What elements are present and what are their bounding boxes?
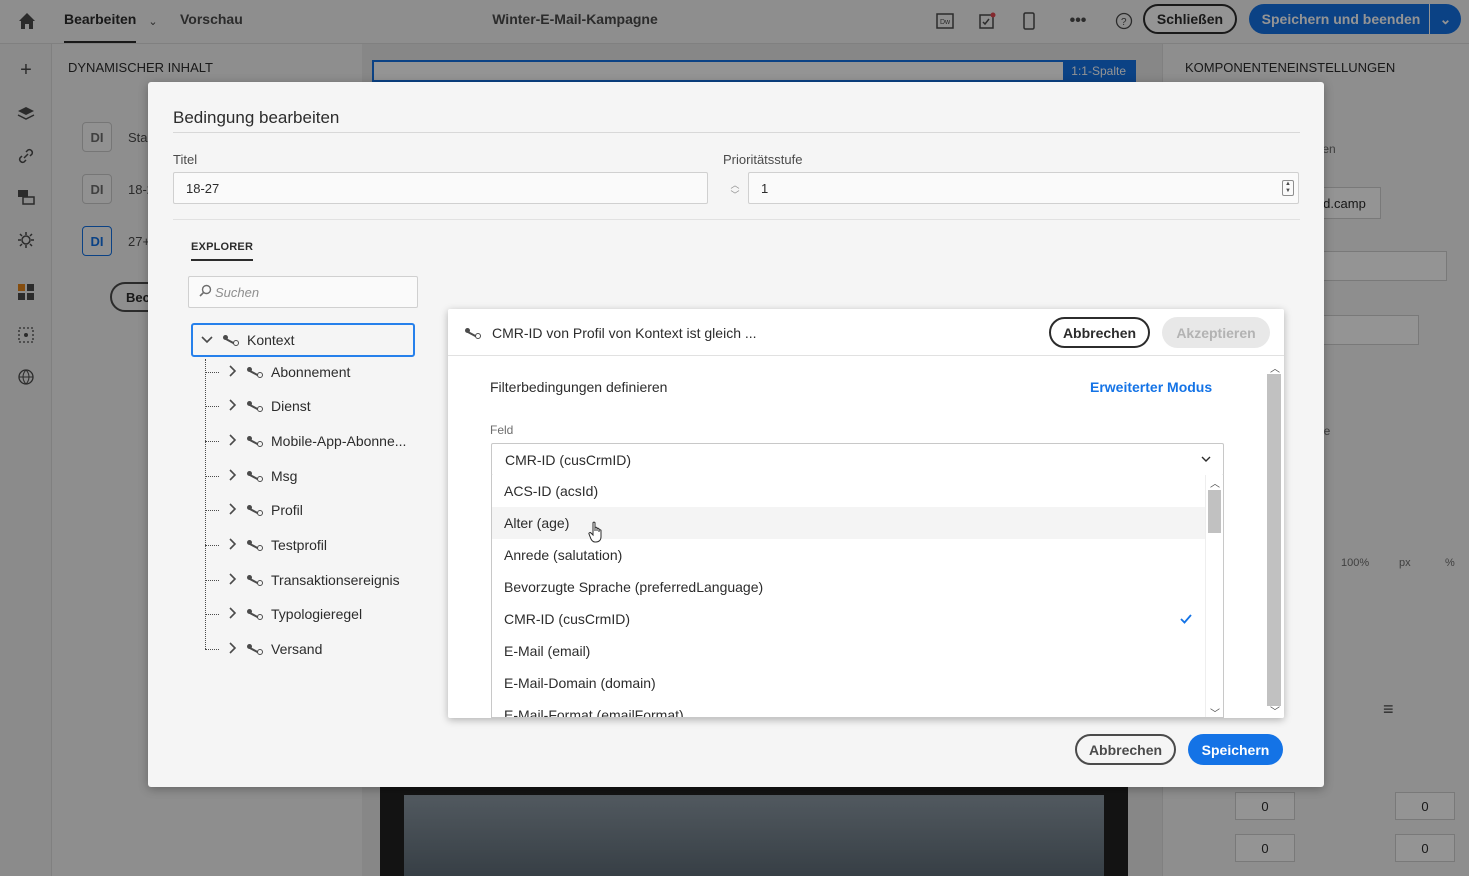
- selected-value: CMR-ID (cusCrmID): [505, 451, 631, 468]
- scroll-down-icon[interactable]: ﹀: [1270, 703, 1280, 718]
- chevron-down-icon[interactable]: [1201, 453, 1211, 465]
- stepper-down-icon[interactable]: ﹀: [730, 190, 739, 200]
- tree-item-transaktionsereignis[interactable]: Transaktionsereignis: [205, 570, 400, 590]
- dropdown-option[interactable]: Bevorzugte Sprache (preferredLanguage): [492, 571, 1206, 603]
- stepper-up-icon[interactable]: ︿: [730, 180, 739, 190]
- tree-item-testprofil[interactable]: Testprofil: [205, 535, 327, 555]
- sub-dialog-title: CMR-ID von Profil von Kontext ist gleich…: [492, 325, 757, 341]
- tree-item-label: Abonnement: [271, 364, 351, 380]
- tree-item-label: Versand: [271, 641, 323, 657]
- field-select[interactable]: CMR-ID (cusCrmID): [491, 443, 1224, 476]
- dropdown-option-selected[interactable]: CMR-ID (cusCrmID): [492, 603, 1206, 635]
- priority-label: Prioritätsstufe: [723, 152, 803, 167]
- option-label: CMR-ID (cusCrmID): [504, 611, 630, 627]
- dropdown-scrollbar[interactable]: ︿ ﹀: [1205, 475, 1223, 717]
- priority-value: 1: [761, 180, 769, 196]
- scroll-down-icon[interactable]: ﹀: [1210, 705, 1220, 717]
- chevron-right-icon[interactable]: [229, 433, 237, 449]
- scrollbar-thumb[interactable]: [1267, 374, 1281, 706]
- priority-spinner[interactable]: ▲ ▼: [1282, 180, 1294, 196]
- search-icon: [199, 284, 212, 300]
- link-node-icon: [247, 504, 263, 516]
- priority-input[interactable]: 1 ▲ ▼: [748, 172, 1299, 204]
- tree-item-versand[interactable]: Versand: [205, 639, 322, 659]
- sub-dialog-header: CMR-ID von Profil von Kontext ist gleich…: [448, 309, 1284, 356]
- search-placeholder: Suchen: [215, 284, 260, 300]
- filter-heading: Filterbedingungen definieren: [490, 379, 668, 395]
- search-input[interactable]: Suchen: [188, 276, 418, 308]
- advanced-mode-link[interactable]: Erweiterter Modus: [1090, 379, 1212, 395]
- sub-dialog-scrollbar[interactable]: ︿ ﹀: [1266, 356, 1284, 718]
- link-node-icon: [247, 643, 263, 655]
- link-node-icon: [465, 327, 481, 339]
- tree-item-label: Mobile-App-Abonne...: [271, 433, 407, 449]
- chevron-right-icon[interactable]: [229, 572, 237, 588]
- hand-cursor-icon: [588, 521, 604, 543]
- cancel-button[interactable]: Abbrechen: [1049, 317, 1150, 348]
- dropdown-option[interactable]: ACS-ID (acsId): [492, 475, 1206, 507]
- tree-item-label: Transaktionsereignis: [271, 572, 400, 588]
- divider: [173, 219, 1300, 220]
- tree-item-label: Msg: [271, 468, 298, 484]
- checkmark-icon: [1180, 612, 1192, 627]
- link-node-icon: [247, 539, 263, 551]
- chevron-right-icon[interactable]: [229, 364, 237, 380]
- dialog-title: Bedingung bearbeiten: [173, 108, 340, 127]
- tree-item-dienst[interactable]: Dienst: [205, 396, 311, 416]
- tree-item-label: Testprofil: [271, 537, 328, 553]
- tree-item-abonnement[interactable]: Abonnement: [205, 362, 350, 382]
- tree-item-profil[interactable]: Profil: [205, 500, 303, 520]
- chevron-right-icon[interactable]: [229, 398, 237, 414]
- link-node-icon: [247, 435, 263, 447]
- tree-item-kontext[interactable]: Kontext: [191, 323, 415, 357]
- priority-stepper[interactable]: ︿ ﹀: [723, 174, 747, 206]
- link-node-icon: [247, 400, 263, 412]
- scrollbar-thumb[interactable]: [1208, 490, 1221, 533]
- dropdown-option[interactable]: Anrede (salutation): [492, 539, 1206, 571]
- divider: [173, 132, 1300, 133]
- chevron-right-icon[interactable]: [229, 468, 237, 484]
- tree-item-typologieregel[interactable]: Typologieregel: [205, 604, 362, 624]
- tree-item-label: Profil: [271, 502, 303, 518]
- field-label: Feld: [490, 423, 514, 437]
- tree-item-mobile-app[interactable]: Mobile-App-Abonne...: [205, 431, 406, 451]
- dropdown-option[interactable]: E-Mail (email): [492, 635, 1206, 667]
- accept-button[interactable]: Akzeptieren: [1162, 317, 1270, 348]
- tab-explorer[interactable]: EXPLORER: [191, 241, 254, 261]
- field-dropdown-list: ACS-ID (acsId) Alter (age) Anrede (salut…: [491, 475, 1224, 718]
- filter-condition-dialog: CMR-ID von Profil von Kontext ist gleich…: [448, 309, 1284, 718]
- chevron-right-icon[interactable]: [229, 641, 237, 657]
- tree-item-label: Kontext: [247, 332, 295, 348]
- dropdown-option[interactable]: E-Mail-Domain (domain): [492, 667, 1206, 699]
- link-node-icon: [247, 608, 263, 620]
- link-node-icon: [223, 334, 239, 346]
- link-node-icon: [247, 366, 263, 378]
- scroll-up-icon[interactable]: ︿: [1210, 475, 1220, 490]
- chevron-right-icon[interactable]: [229, 537, 237, 553]
- cancel-button[interactable]: Abbrechen: [1075, 734, 1176, 765]
- link-node-icon: [247, 574, 263, 586]
- scroll-up-icon[interactable]: ︿: [1270, 360, 1280, 375]
- chevron-right-icon[interactable]: [229, 502, 237, 518]
- chevron-right-icon[interactable]: [229, 606, 237, 622]
- tree-item-label: Dienst: [271, 398, 311, 414]
- dropdown-option[interactable]: E-Mail-Format (emailFormat): [492, 699, 1206, 717]
- title-input[interactable]: 18-27: [173, 172, 708, 204]
- link-node-icon: [247, 470, 263, 482]
- chevron-down-icon[interactable]: [201, 333, 213, 347]
- title-label: Titel: [173, 152, 198, 167]
- tree-item-label: Typologieregel: [271, 606, 363, 622]
- tree-item-msg[interactable]: Msg: [205, 466, 297, 486]
- save-button[interactable]: Speichern: [1188, 734, 1283, 765]
